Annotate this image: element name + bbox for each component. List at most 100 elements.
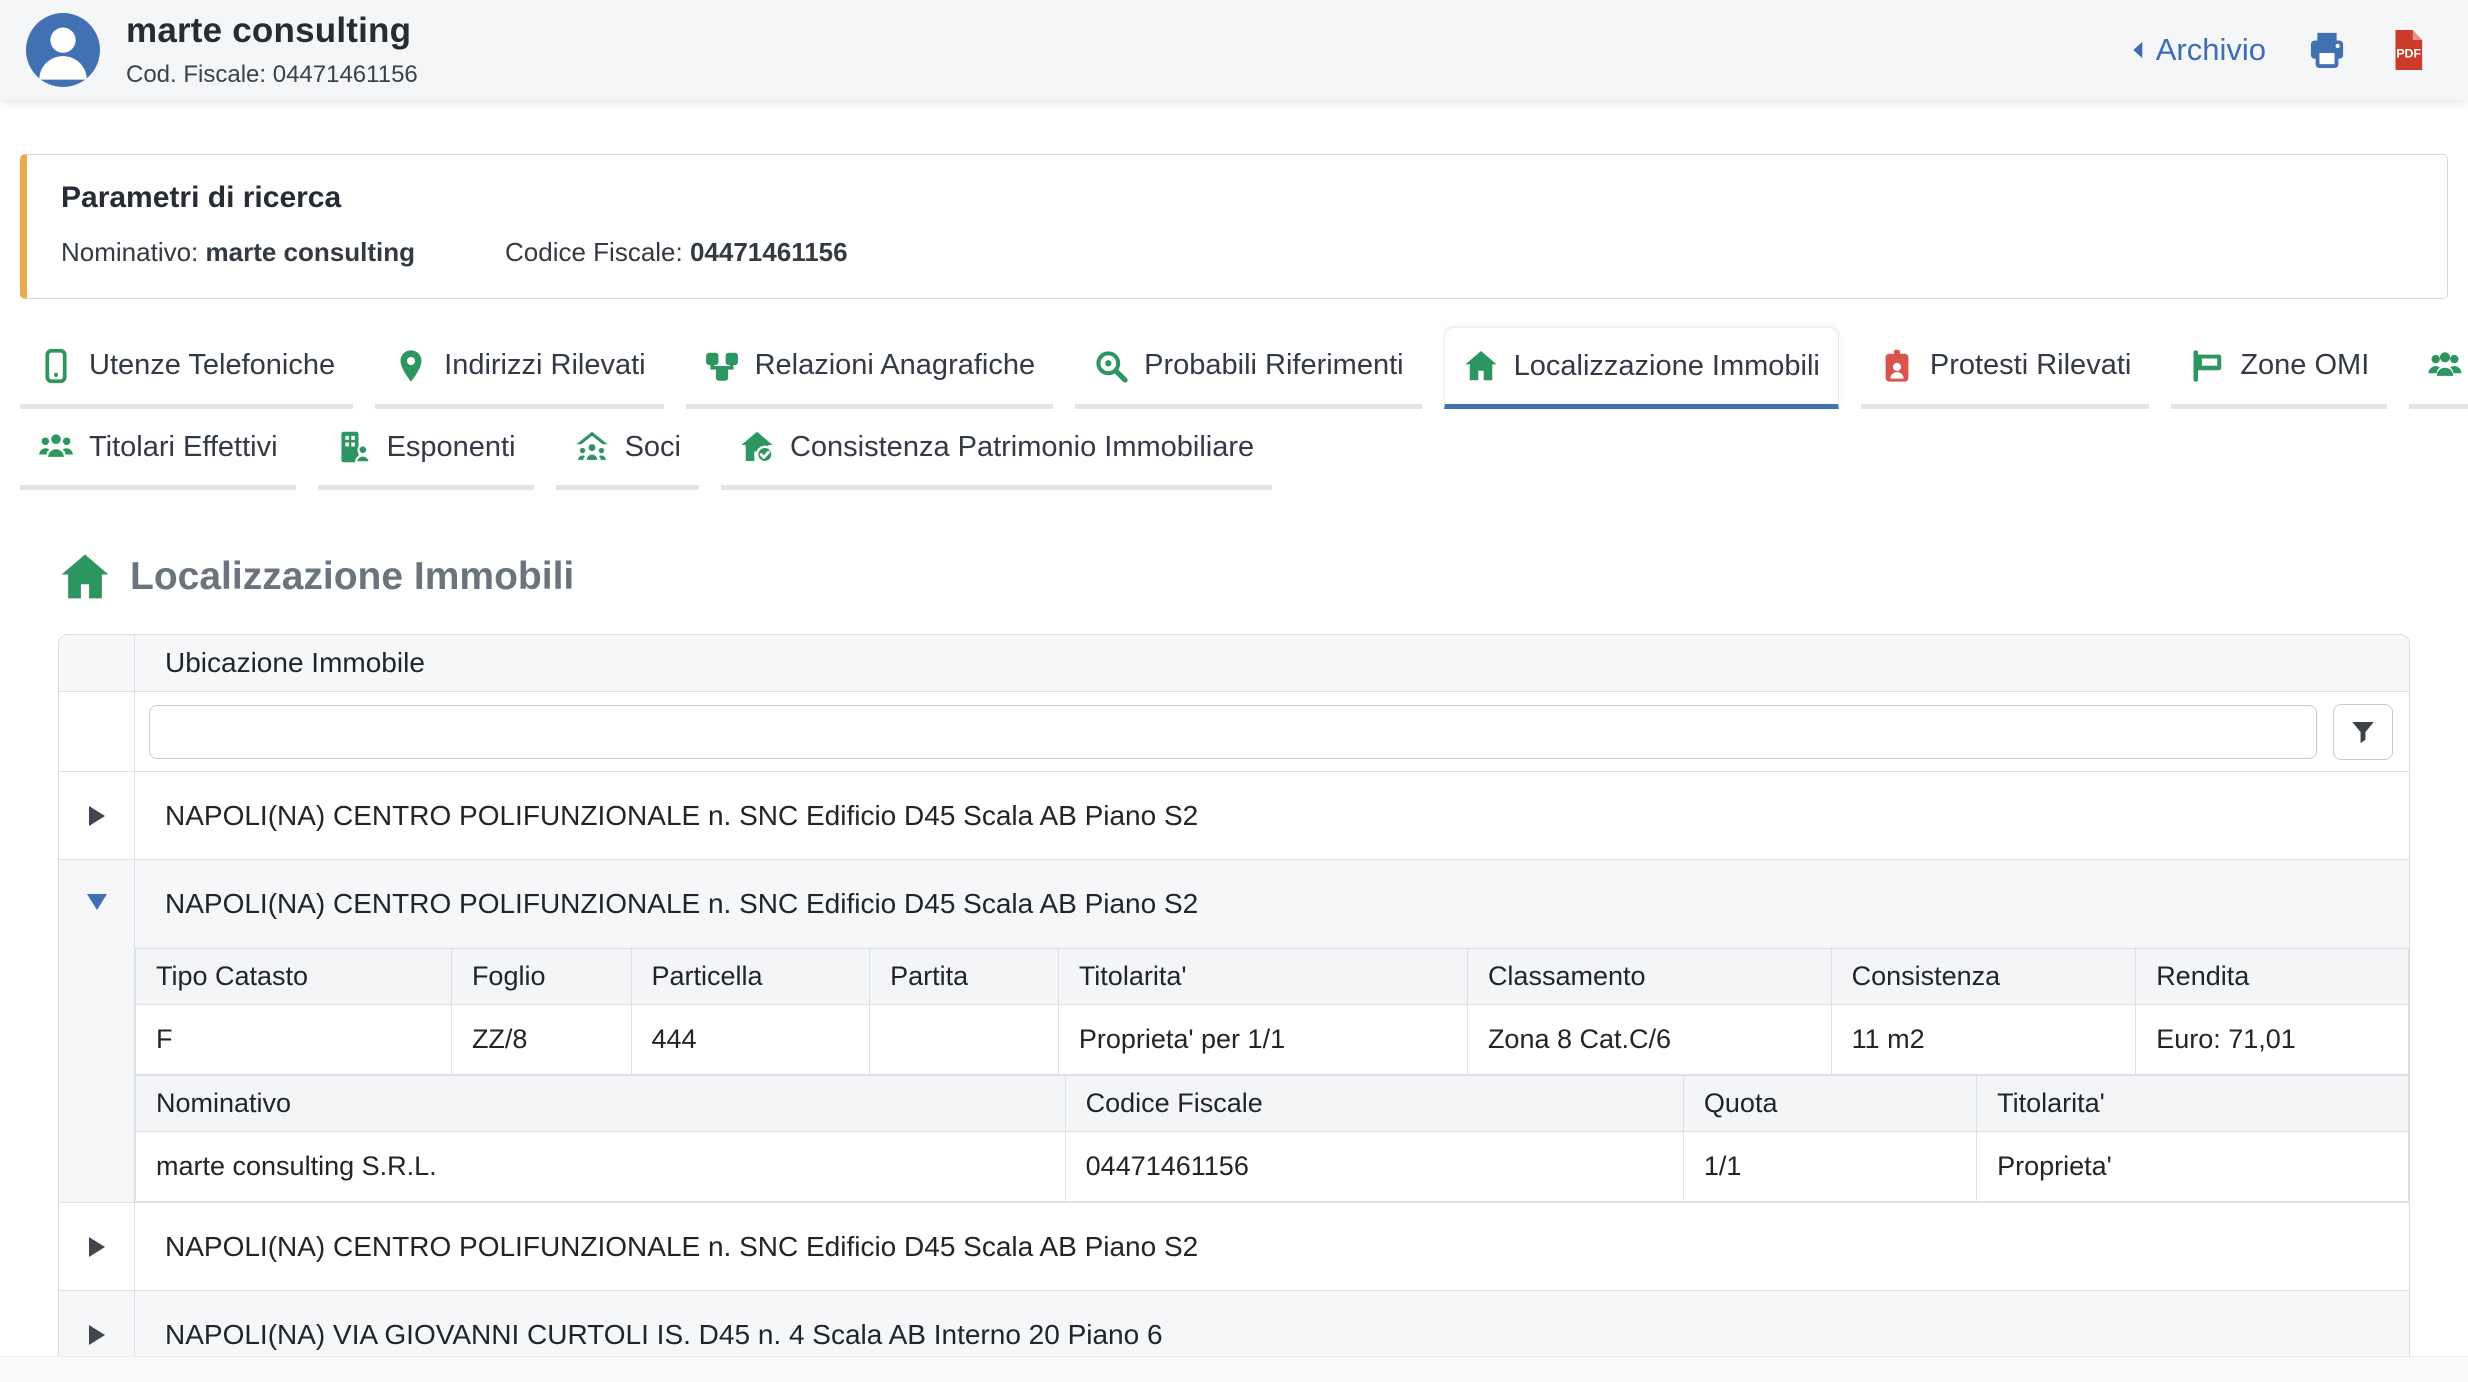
table-row[interactable]: NAPOLI(NA) CENTRO POLIFUNZIONALE n. SNC …	[59, 1202, 2409, 1290]
people-group-icon	[38, 429, 74, 465]
caret-right-icon[interactable]	[89, 1237, 105, 1257]
footer-strip	[0, 1356, 2468, 1382]
property-address: NAPOLI(NA) CENTRO POLIFUNZIONALE n. SNC …	[135, 1203, 2409, 1290]
nominative-param: Nominativo: marte consulting	[61, 237, 415, 268]
tab-zone-omi[interactable]: Zone OMI	[2171, 327, 2387, 409]
ubicazione-filter-input[interactable]	[149, 705, 2317, 759]
building-user-icon	[336, 429, 372, 465]
immobili-table: Ubicazione Immobile NAPOLI(NA) CENTRO PO…	[58, 634, 2410, 1379]
detail-header-cell: Consistenza	[1831, 949, 2136, 1005]
tab-indirizzi-rilevati[interactable]: Indirizzi Rilevati	[375, 327, 663, 409]
expander-header-cell	[59, 635, 135, 691]
detail-value-cell: 04471461156	[1065, 1132, 1683, 1202]
detail-header-cell: Classamento	[1467, 949, 1831, 1005]
printer-icon	[2306, 29, 2348, 71]
tab-protesti-rilevati[interactable]: Protesti Rilevati	[1861, 327, 2149, 409]
detail-header-cell: Tipo Catasto	[136, 949, 452, 1005]
detail-value-cell: 1/1	[1683, 1132, 1976, 1202]
section-title: Localizzazione Immobili	[130, 555, 574, 599]
location-pin-icon	[393, 348, 429, 384]
id-badge-icon	[1879, 348, 1915, 384]
tab-bar-row-1: Utenze Telefoniche Indirizzi Rilevati Re…	[20, 327, 2448, 409]
users-icon	[2427, 348, 2463, 384]
tab-partecipazioni[interactable]: Partecipazioni	[2409, 327, 2468, 409]
detail-value-cell: Proprieta'	[1977, 1132, 2409, 1202]
tab-soci[interactable]: Soci	[556, 409, 699, 490]
detail-header-cell: Foglio	[451, 949, 631, 1005]
detail-header-cell: Nominativo	[136, 1076, 1066, 1132]
caret-down-icon[interactable]	[87, 894, 107, 910]
property-address: NAPOLI(NA) CENTRO POLIFUNZIONALE n. SNC …	[135, 860, 2409, 948]
nominative-value: marte consulting	[206, 237, 415, 267]
detail-value-cell: F	[136, 1005, 452, 1075]
home-icon	[58, 550, 112, 604]
fiscal-code-value: 04471461156	[690, 237, 848, 267]
tab-label: Protesti Rilevati	[1930, 349, 2131, 382]
filter-button[interactable]	[2333, 704, 2393, 760]
tab-label: Titolari Effettivi	[89, 431, 278, 464]
table-row-expanded[interactable]: NAPOLI(NA) CENTRO POLIFUNZIONALE n. SNC …	[59, 859, 2409, 1202]
table-header-row: Ubicazione Immobile	[59, 635, 2409, 691]
tab-relazioni-anagrafiche[interactable]: Relazioni Anagrafiche	[686, 327, 1054, 409]
caret-left-icon	[2126, 37, 2152, 63]
detail-value-cell: Proprieta' per 1/1	[1058, 1005, 1467, 1075]
intestatari-detail-table: Nominativo Codice Fiscale Quota Titolari…	[135, 1075, 2409, 1202]
top-header-bar: marte consulting Cod. Fiscale: 044714611…	[0, 0, 2468, 100]
archive-link[interactable]: Archivio	[2126, 32, 2266, 68]
tab-label: Relazioni Anagrafiche	[755, 349, 1036, 382]
tab-titolari-effettivi[interactable]: Titolari Effettivi	[20, 409, 296, 490]
tab-label: Esponenti	[387, 431, 516, 464]
detail-value-cell: marte consulting S.R.L.	[136, 1132, 1066, 1202]
search-params-box: Parametri di ricerca Nominativo: marte c…	[20, 154, 2448, 299]
tab-bar-row-2: Titolari Effettivi Esponenti Soci Consis…	[20, 409, 2448, 490]
fiscal-code-param: Codice Fiscale: 04471461156	[505, 237, 848, 268]
archive-link-label: Archivio	[2156, 32, 2266, 68]
tab-label: Localizzazione Immobili	[1514, 350, 1820, 383]
search-icon	[1093, 348, 1129, 384]
table-filter-row	[59, 691, 2409, 771]
pdf-file-icon: PDF	[2388, 28, 2428, 72]
tab-label: Consistenza Patrimonio Immobiliare	[790, 431, 1254, 464]
detail-header-cell: Particella	[631, 949, 870, 1005]
mobile-icon	[38, 348, 74, 384]
home-icon	[1463, 348, 1499, 384]
sign-icon	[2189, 348, 2225, 384]
tab-label: Soci	[625, 431, 681, 464]
fiscal-code-label: Codice Fiscale:	[505, 237, 683, 267]
company-block: marte consulting Cod. Fiscale: 044714611…	[126, 11, 418, 89]
avatar	[26, 13, 100, 87]
network-icon	[704, 348, 740, 384]
tab-utenze-telefoniche[interactable]: Utenze Telefoniche	[20, 327, 353, 409]
table-row[interactable]: NAPOLI(NA) CENTRO POLIFUNZIONALE n. SNC …	[59, 771, 2409, 859]
catasto-detail-table: Tipo Catasto Foglio Particella Partita T…	[135, 948, 2409, 1075]
caret-right-icon[interactable]	[89, 1325, 105, 1345]
detail-value-cell: 444	[631, 1005, 870, 1075]
expander-filter-cell	[59, 692, 135, 771]
column-header-ubicazione: Ubicazione Immobile	[135, 635, 2409, 691]
tab-label: Probabili Riferimenti	[1144, 349, 1404, 382]
pdf-export-button[interactable]: PDF	[2388, 28, 2428, 72]
detail-value-cell: 11 m2	[1831, 1005, 2136, 1075]
tab-label: Utenze Telefoniche	[89, 349, 335, 382]
company-name: marte consulting	[126, 11, 418, 51]
caret-right-icon[interactable]	[89, 806, 105, 826]
nominative-label: Nominativo:	[61, 237, 198, 267]
search-params-title: Parametri di ricerca	[61, 181, 2413, 215]
tab-consistenza-patrimonio[interactable]: Consistenza Patrimonio Immobiliare	[721, 409, 1272, 490]
detail-value-cell	[870, 1005, 1059, 1075]
tab-label: Indirizzi Rilevati	[444, 349, 645, 382]
detail-value-cell: ZZ/8	[451, 1005, 631, 1075]
funnel-icon	[2349, 718, 2377, 746]
detail-value-cell: Euro: 71,01	[2136, 1005, 2409, 1075]
tab-label: Zone OMI	[2240, 349, 2369, 382]
tab-esponenti[interactable]: Esponenti	[318, 409, 534, 490]
house-users-icon	[574, 429, 610, 465]
tab-probabili-riferimenti[interactable]: Probabili Riferimenti	[1075, 327, 1422, 409]
pdf-label: PDF	[2396, 46, 2421, 60]
house-check-icon	[739, 429, 775, 465]
tab-localizzazione-immobili[interactable]: Localizzazione Immobili	[1444, 327, 1839, 409]
print-button[interactable]	[2306, 29, 2348, 71]
section-header: Localizzazione Immobili	[58, 550, 2468, 604]
detail-header-cell: Partita	[870, 949, 1059, 1005]
company-fiscal-code: Cod. Fiscale: 04471461156	[126, 61, 418, 89]
